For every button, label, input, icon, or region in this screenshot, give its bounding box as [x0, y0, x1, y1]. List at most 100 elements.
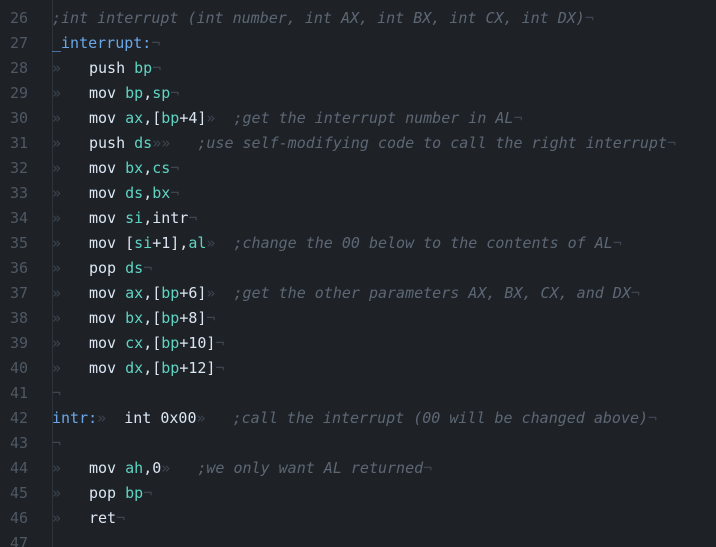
whitespace-marker: ¬ — [666, 134, 677, 152]
code-line[interactable]: 35 » mov [si+1],al» ;change the 00 below t… — [0, 231, 716, 256]
register-token: bp — [161, 334, 180, 352]
code-line[interactable]: 29 » mov bp,sp¬ — [0, 81, 716, 106]
tab-marker: » — [52, 484, 62, 502]
code-line[interactable]: 38 » mov bx,[bp+8]¬ — [0, 306, 716, 331]
whitespace-marker: ¬ — [612, 234, 622, 252]
code-line[interactable]: 46 » ret¬ — [0, 506, 716, 531]
code-line[interactable]: 30» mov ax,[bp+4]» ;get the interrupt num… — [0, 106, 716, 131]
code-line[interactable]: 43 ¬ — [0, 431, 716, 456]
label-token: _interrupt: — [52, 34, 152, 52]
code-line[interactable]: 31 » push ds»» ;use self-modifying code to… — [0, 131, 716, 156]
code-area[interactable]: 26 ;int interrupt (int number, int AX, in… — [0, 6, 716, 547]
code-line[interactable]: 40 » mov dx,[bp+12]¬ — [0, 356, 716, 381]
punctuation-token: ,[ — [143, 309, 162, 327]
line-content: » mov cx,[bp+10]¬ — [52, 331, 224, 356]
instruction-token: ret — [89, 509, 117, 527]
tab-marker: » — [52, 134, 62, 152]
operand-token: +4] — [179, 109, 207, 127]
whitespace-marker: » — [206, 109, 234, 127]
tab-marker: » — [52, 309, 62, 327]
whitespace-marker: »» — [152, 134, 198, 152]
tab-marker: » — [52, 284, 62, 302]
comment-token: ;get the other parameters AX, BX, CX, an… — [233, 284, 631, 302]
whitespace-marker: ¬ — [52, 384, 62, 402]
label-token: intr: — [52, 409, 98, 427]
code-line[interactable]: 32 » mov bx,cs¬ — [0, 156, 716, 181]
whitespace-marker: ¬ — [648, 409, 658, 427]
code-line[interactable]: 41 ¬ — [0, 381, 716, 406]
code-line[interactable]: 28 » push bp¬ — [0, 56, 716, 81]
line-content: » mov dx,[bp+12]¬ — [52, 356, 224, 381]
code-line[interactable]: 39 » mov cx,[bp+10]¬ — [0, 331, 716, 356]
whitespace-marker: » — [161, 459, 198, 477]
line-content: » push bp¬ — [52, 56, 161, 81]
line-number: 44 — [9, 459, 28, 477]
line-content: » mov [si+1],al» ;change the 00 below to … — [52, 231, 622, 256]
register-token: ds — [125, 259, 144, 277]
tab-marker: » — [52, 109, 62, 127]
line-number: 35 — [9, 234, 28, 252]
register-token: ax — [125, 109, 144, 127]
whitespace-marker: ¬ — [206, 309, 216, 327]
operand-token: +10] — [179, 334, 216, 352]
line-content: » mov ax,[bp+4]» ;get the interrupt numbe… — [52, 106, 523, 131]
register-token: bp — [161, 359, 180, 377]
line-content: » mov bp,sp¬ — [52, 81, 179, 106]
code-line[interactable]: 27 _interrupt:¬ — [0, 31, 716, 56]
code-line[interactable]: 34 » mov si,intr¬ — [0, 206, 716, 231]
instruction-token: mov — [89, 284, 126, 302]
code-line[interactable]: 36 » pop ds¬ — [0, 256, 716, 281]
instruction-token: int 0x00 — [124, 409, 197, 427]
operand-token: +12] — [179, 359, 216, 377]
line-number: 47 — [9, 534, 28, 547]
comment-token: ;we only want AL returned — [197, 459, 424, 477]
tab-marker: » — [52, 84, 62, 102]
line-number: 40 — [9, 359, 28, 377]
register-token: ds — [125, 184, 144, 202]
code-editor[interactable]: 26 ;int interrupt (int number, int AX, in… — [0, 0, 716, 547]
register-token: cx — [125, 334, 144, 352]
comment-token: ;int interrupt (int number, int AX, int … — [52, 9, 585, 27]
instruction-token: push — [89, 59, 135, 77]
line-content: ¬ — [52, 381, 61, 406]
line-content: » mov ds,bx¬ — [52, 181, 179, 206]
code-line[interactable]: 45 » pop bp¬ — [0, 481, 716, 506]
tab-marker: » — [52, 184, 62, 202]
tab-marker: » — [52, 334, 62, 352]
register-token: bp — [161, 109, 180, 127]
line-number: 37 — [9, 284, 28, 302]
whitespace-marker: ¬ — [52, 434, 62, 452]
line-number: 34 — [9, 209, 28, 227]
tab-marker: » — [52, 159, 62, 177]
line-number: 42 — [9, 409, 28, 427]
line-content: intr:» int 0x00» ;call the interrupt (00… — [52, 406, 657, 431]
tab-marker: » — [52, 234, 62, 252]
punctuation-token: [ — [125, 234, 135, 252]
line-number: 36 — [9, 259, 28, 277]
whitespace-marker: ¬ — [630, 284, 640, 302]
code-line[interactable]: 44» mov ah,0» ;we only want AL returned¬ — [0, 456, 716, 481]
code-line[interactable]: 37» mov ax,[bp+6]» ;get the other paramet… — [0, 281, 716, 306]
line-content: » mov bx,[bp+8]¬ — [52, 306, 215, 331]
line-content: » mov si,intr¬ — [52, 206, 197, 231]
code-line[interactable]: 33 » mov ds,bx¬ — [0, 181, 716, 206]
whitespace-marker: ¬ — [152, 59, 162, 77]
line-number: 46 — [9, 509, 28, 527]
register-token: ax — [125, 284, 144, 302]
tab-marker: » — [52, 259, 62, 277]
line-content: » ret¬ — [52, 506, 125, 531]
code-line[interactable]: 47 — [0, 531, 716, 547]
whitespace-marker: » — [206, 234, 234, 252]
register-token: bx — [125, 309, 144, 327]
tab-marker: » — [52, 509, 62, 527]
whitespace-marker: ¬ — [584, 9, 594, 27]
line-content: » pop bp¬ — [52, 481, 152, 506]
tab-marker: » — [52, 459, 62, 477]
code-line[interactable]: 42 intr:» int 0x00» ;call the interrupt (… — [0, 406, 716, 431]
comment-token: ;change the 00 below to the contents of … — [233, 234, 613, 252]
instruction-token: mov — [89, 84, 126, 102]
register-token: bp — [161, 309, 180, 327]
whitespace-marker: » — [206, 284, 234, 302]
code-line[interactable]: 26 ;int interrupt (int number, int AX, in… — [0, 6, 716, 31]
register-token: ah — [125, 459, 144, 477]
